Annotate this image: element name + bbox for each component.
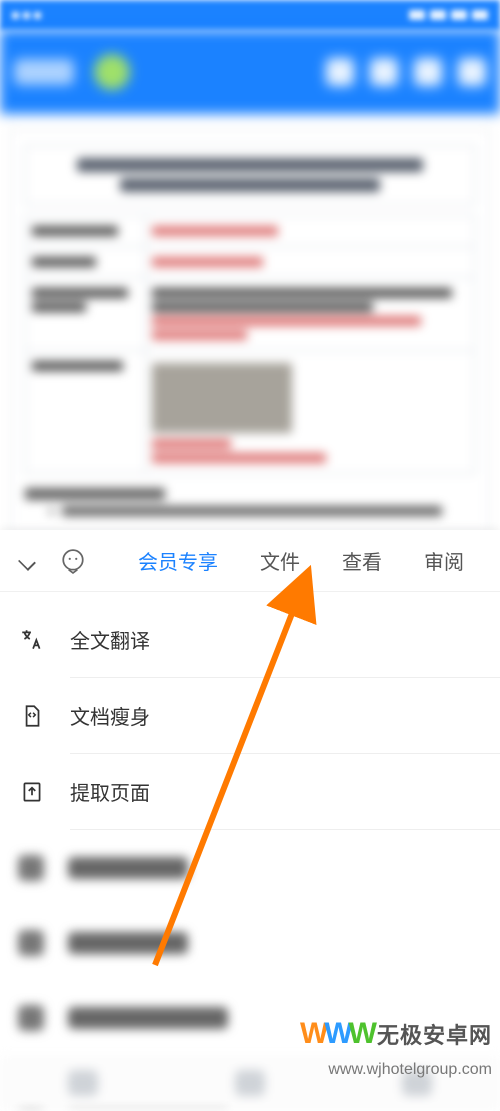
tool-label: 文档瘦身 (70, 701, 482, 730)
document-preview (0, 114, 500, 533)
tab-file[interactable]: 文件 (260, 546, 300, 575)
tool-item-blurred[interactable] (0, 980, 500, 1055)
tool-label: 全文翻译 (70, 625, 482, 654)
collapse-icon[interactable] (18, 551, 38, 571)
tool-list: 全文翻译 文档瘦身 提取页面 (0, 592, 500, 1111)
tab-vip[interactable]: 会员专享 (138, 546, 218, 575)
app-header (0, 30, 500, 114)
translate-icon (18, 626, 46, 654)
tool-label: 提取页面 (70, 777, 482, 806)
assistant-icon[interactable] (60, 548, 86, 574)
compress-icon (18, 702, 46, 730)
tab-view[interactable]: 查看 (342, 546, 382, 575)
tool-translate[interactable]: 全文翻译 (0, 602, 500, 677)
system-nav-bar (0, 1055, 500, 1111)
tool-extract-pages[interactable]: 提取页面 (0, 754, 500, 829)
tool-compress[interactable]: 文档瘦身 (0, 678, 500, 753)
bottom-sheet: 会员专享 文件 查看 审阅 全文翻译 文档瘦身 (0, 530, 500, 1111)
tab-review[interactable]: 审阅 (424, 546, 464, 575)
extract-icon (18, 778, 46, 806)
status-bar (0, 0, 500, 30)
toolbar-tabs-row: 会员专享 文件 查看 审阅 (0, 530, 500, 592)
tool-item-blurred[interactable] (0, 905, 500, 980)
tool-item-blurred[interactable] (0, 830, 500, 905)
